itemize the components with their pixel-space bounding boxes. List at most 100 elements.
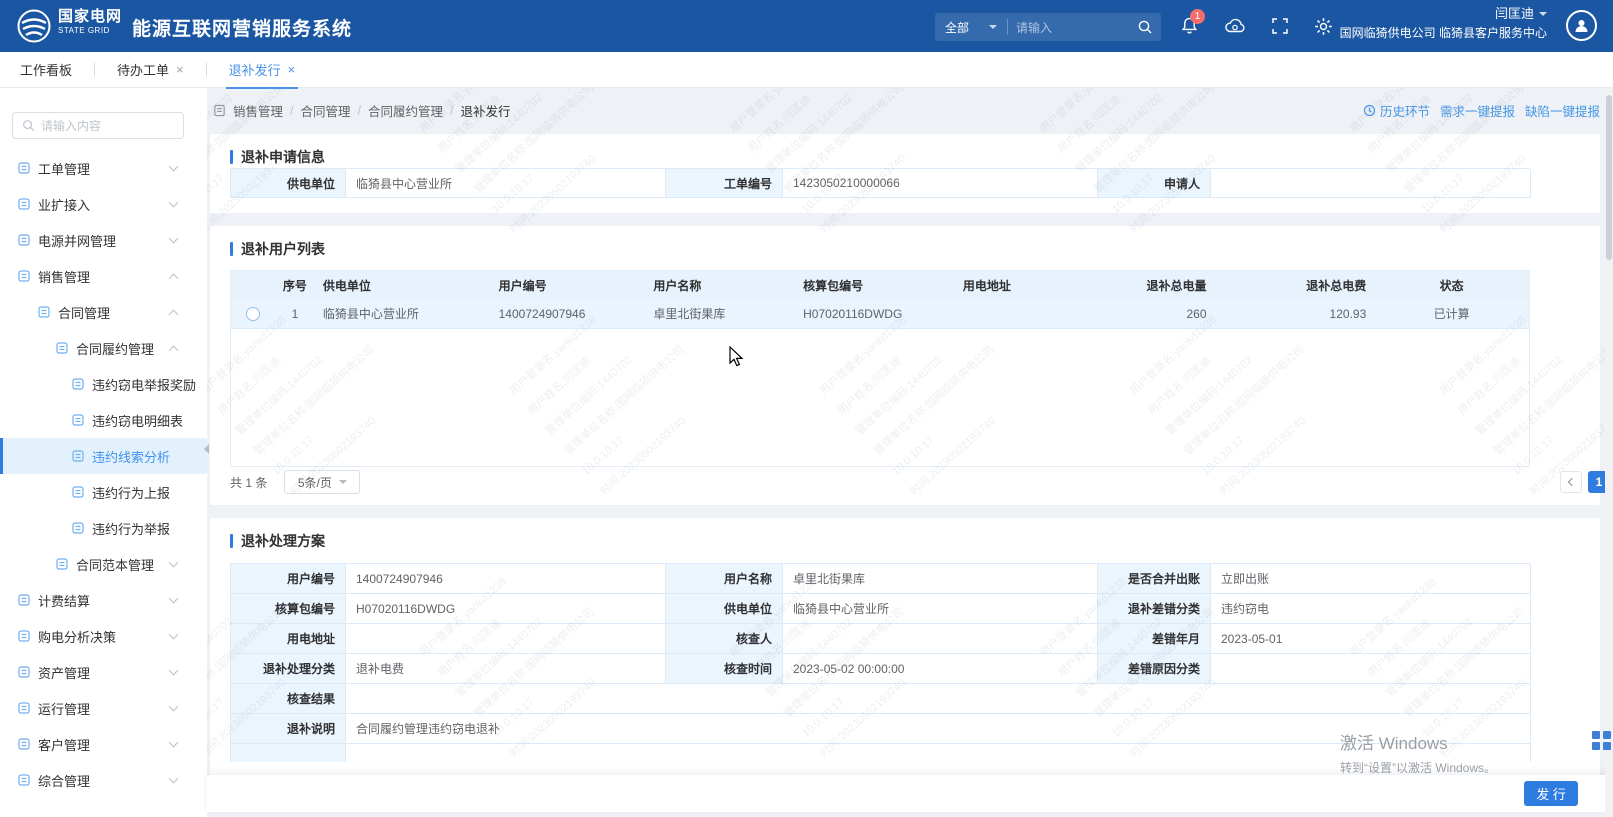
row-radio[interactable]: [246, 307, 260, 321]
sidebar-search-input[interactable]: 请输入内容: [12, 112, 184, 139]
chevron-down-icon: [169, 162, 179, 172]
sidebar-collapse-handle[interactable]: [199, 444, 209, 454]
footer-bar: 发 行: [207, 775, 1613, 812]
sidebar-item-12[interactable]: 计费结算: [0, 582, 207, 618]
refund-user-table: 序号供电单位用户编号用户名称核算包编号用电地址退补总电量退补总电费状态 1临猗县…: [230, 270, 1530, 467]
fullscreen-scan-icon[interactable]: [1271, 17, 1289, 35]
field-value: 2023-05-01: [1211, 624, 1531, 654]
form-row: 用户编号1400724907946用户名称卓里北街果库是否合并出账立即出账: [231, 564, 1530, 594]
prev-page-button[interactable]: [1560, 471, 1582, 493]
notification-badge: 1: [1190, 9, 1205, 24]
doc-icon: [56, 558, 68, 570]
tab-todo-orders[interactable]: 待办工单 ×: [114, 52, 187, 88]
field-label: 核算包编号: [231, 594, 346, 624]
settings-gear-icon[interactable]: [1314, 17, 1333, 36]
field-label: 是否合并出账: [1098, 564, 1211, 594]
sidebar-item-11[interactable]: 合同范本管理: [0, 546, 207, 582]
field-label: [231, 744, 346, 762]
floating-widget-handle[interactable]: [1592, 731, 1611, 750]
sidebar-item-0[interactable]: 工单管理: [0, 150, 207, 186]
sidebar-item-label: 销售管理: [38, 267, 90, 286]
total-count: 共 1 条: [230, 474, 267, 491]
sidebar-item-1[interactable]: 业扩接入: [0, 186, 207, 222]
radio-cell[interactable]: [231, 299, 275, 328]
sidebar-item-17[interactable]: 综合管理: [0, 762, 207, 798]
global-search-input[interactable]: 请输入: [1008, 19, 1161, 36]
column-header: 退补总电量: [1115, 271, 1215, 299]
table-header-row: 序号供电单位用户编号用户名称核算包编号用电地址退补总电量退补总电费状态: [231, 271, 1529, 299]
close-icon[interactable]: ×: [176, 63, 184, 76]
sidebar-item-16[interactable]: 客户管理: [0, 726, 207, 762]
breadcrumb-item[interactable]: 销售管理: [233, 101, 283, 120]
sidebar-item-label: 违约行为上报: [92, 483, 170, 502]
doc-icon: [72, 486, 84, 498]
field-value: 临猗县中心营业所: [346, 169, 666, 198]
demand-report-link[interactable]: 需求一键提报: [1440, 101, 1515, 120]
sidebar-item-4[interactable]: 合同管理: [0, 294, 207, 330]
sidebar-item-label: 违约行为举报: [92, 519, 170, 538]
field-value: 卓里北街果库: [783, 564, 1098, 594]
doc-icon: [18, 234, 30, 246]
sidebar-item-label: 客户管理: [38, 735, 90, 754]
table-cell: 260: [1115, 299, 1215, 328]
breadcrumb-item[interactable]: 合同管理: [301, 101, 351, 120]
page-scrollbar[interactable]: [1605, 88, 1613, 817]
page-size-select[interactable]: 5条/页: [284, 470, 360, 494]
scrollbar-thumb[interactable]: [1606, 95, 1612, 260]
notifications-bell-icon[interactable]: 1: [1180, 16, 1199, 36]
search-icon[interactable]: [1137, 19, 1153, 35]
doc-icon: [18, 594, 30, 606]
sidebar-item-8[interactable]: 违约线索分析: [0, 438, 207, 474]
tab-work-board[interactable]: 工作看板: [17, 52, 75, 88]
sidebar-item-9[interactable]: 违约行为上报: [0, 474, 207, 510]
publish-button[interactable]: 发 行: [1524, 781, 1578, 806]
defect-report-link[interactable]: 缺陷一键提报: [1525, 101, 1600, 120]
sidebar-item-10[interactable]: 违约行为举报: [0, 510, 207, 546]
pagination-bar: 共 1 条 5条/页 1 前往 1 页: [230, 470, 1613, 494]
breadcrumb-item[interactable]: 合同履约管理: [368, 101, 443, 120]
search-scope-select[interactable]: 全部: [935, 19, 1007, 36]
chevron-up-icon: [169, 310, 179, 320]
sidebar-item-13[interactable]: 购电分析决策: [0, 618, 207, 654]
tab-refund-issue[interactable]: 退补发行 ×: [226, 52, 299, 88]
breadcrumb-separator: /: [358, 104, 361, 118]
sidebar-item-3[interactable]: 销售管理: [0, 258, 207, 294]
brand-cn: 国家电网: [58, 9, 122, 24]
sidebar-item-15[interactable]: 运行管理: [0, 690, 207, 726]
sidebar-item-label: 资产管理: [38, 663, 90, 682]
avatar[interactable]: [1566, 10, 1597, 41]
doc-icon: [18, 270, 30, 282]
refund-user-list-card: 退补用户列表 序号供电单位用户编号用户名称核算包编号用电地址退补总电量退补总电费…: [210, 226, 1600, 505]
field-label: 用户名称: [666, 564, 783, 594]
sidebar-item-14[interactable]: 资产管理: [0, 654, 207, 690]
sidebar-item-5[interactable]: 合同履约管理: [0, 330, 207, 366]
search-scope-value: 全部: [945, 19, 969, 36]
doc-icon: [56, 342, 68, 354]
field-label: 核查时间: [666, 654, 783, 684]
user-menu[interactable]: 闫匡迪: [1495, 7, 1547, 20]
doc-icon: [18, 162, 30, 174]
cloud-sync-icon[interactable]: [1224, 17, 1246, 35]
column-header: 供电单位: [315, 271, 491, 299]
field-value: 立即出账: [1211, 564, 1531, 594]
sidebar-item-6[interactable]: 违约窃电举报奖励: [0, 366, 207, 402]
column-header: 状态: [1374, 271, 1529, 299]
field-value: 1400724907946: [346, 564, 666, 594]
table-cell: 已计算: [1374, 299, 1529, 328]
section-title: 退补申请信息: [210, 134, 1600, 167]
sidebar-item-2[interactable]: 电源并网管理: [0, 222, 207, 258]
chevron-up-icon: [169, 346, 179, 356]
form-row: 核算包编号H07020116DWDG供电单位临猗县中心营业所退补差错分类违约窃电: [231, 594, 1530, 624]
doc-icon: [18, 702, 30, 714]
sidebar-item-7[interactable]: 违约窃电明细表: [0, 402, 207, 438]
table-row[interactable]: 1临猗县中心营业所1400724907946卓里北街果库H07020116DWD…: [231, 299, 1529, 329]
app-title: 能源互联网营销服务系统: [132, 14, 352, 41]
history-link[interactable]: 历史环节: [1363, 101, 1430, 120]
section-title: 退补处理方案: [210, 518, 1600, 551]
chevron-down-icon: [169, 630, 179, 640]
search-placeholder: 请输入: [1016, 19, 1052, 36]
close-icon[interactable]: ×: [288, 63, 296, 76]
field-value: [346, 744, 1531, 762]
sidebar-item-label: 业扩接入: [38, 195, 90, 214]
table-cell: 1400724907946: [491, 299, 646, 328]
